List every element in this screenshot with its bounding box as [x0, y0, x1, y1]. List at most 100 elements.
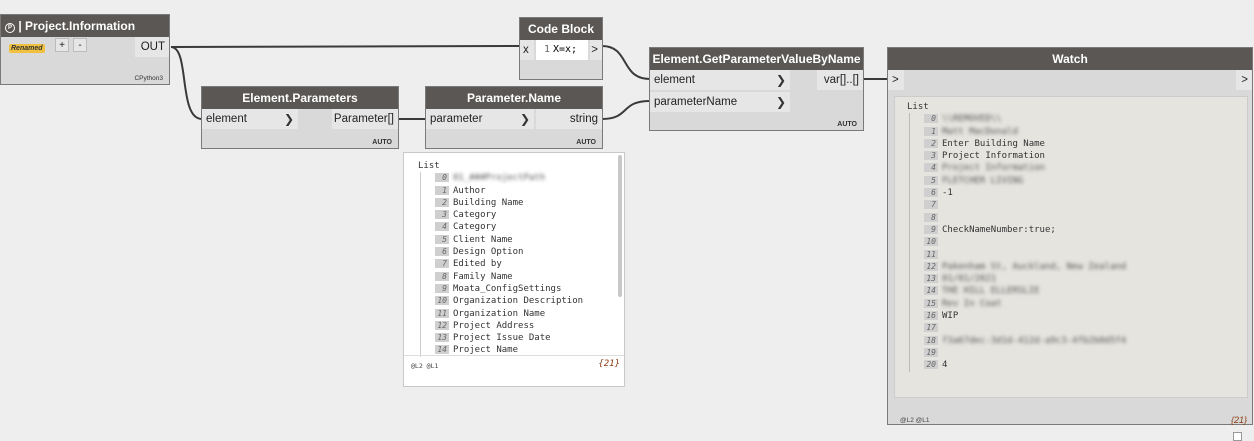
list-index: 0: [924, 114, 938, 124]
node-header[interactable]: Parameter.Name: [426, 87, 602, 109]
list-item: 2 Enter Building Name: [924, 138, 1237, 150]
list-value: Project Address: [453, 320, 535, 331]
list-index: 2: [924, 138, 938, 148]
node-watch[interactable]: Watch > > List 0 \\REMOVED\\ 1 Matt MacDona…: [887, 47, 1253, 441]
node-header[interactable]: Code Block: [520, 18, 602, 40]
list-value: Matt MacDonald: [942, 126, 1018, 137]
node-header[interactable]: Element.GetParameterValueByName: [650, 48, 863, 70]
add-input-button[interactable]: +: [55, 38, 69, 52]
list-value: Category: [453, 210, 497, 221]
list-item: 6 -1: [924, 187, 1237, 199]
port-label: parameter: [430, 113, 483, 125]
wire-out-to-element-parameters: [170, 46, 203, 120]
item-count: {21}: [598, 359, 620, 369]
parameter-name-preview[interactable]: List 0 01_###ProjectPath 1 Author 2 Building …: [403, 152, 625, 387]
wire-codeblock-to-getparam-element: [601, 45, 651, 80]
line-number: 1: [543, 44, 550, 55]
lacing-label[interactable]: AUTO: [837, 121, 857, 128]
node-header[interactable]: P | Project.Information Renamed: [1, 15, 169, 53]
list-index: 10: [435, 296, 449, 306]
list-value: 01/01/2021: [942, 274, 997, 285]
list-index: 3: [435, 210, 449, 220]
list-value: Pakenham St, Auckland, New Zealand: [942, 261, 1127, 272]
engine-label: CPython3: [134, 75, 163, 82]
list-index: 13: [924, 274, 938, 284]
list-item: 13 01/01/2021: [924, 273, 1237, 285]
list-index: 12: [924, 261, 938, 271]
list-index: 0: [435, 173, 449, 183]
list-item: 20 4: [924, 359, 1237, 371]
list-item: 5 Client Name: [435, 234, 613, 246]
output-port-code[interactable]: >: [590, 40, 602, 60]
node-header[interactable]: Watch: [888, 48, 1252, 70]
list-item: 0 \\REMOVED\\: [924, 113, 1237, 125]
preview-footer-divider: [404, 355, 624, 356]
output-port-watch[interactable]: >: [1236, 70, 1252, 90]
list-index: 4: [924, 163, 938, 173]
remove-input-button[interactable]: -: [73, 38, 87, 52]
input-port-element[interactable]: element ❯: [202, 109, 298, 129]
chevron-right-icon: ❯: [283, 112, 294, 126]
input-port-watch[interactable]: >: [888, 70, 904, 90]
list-value: Project Information: [942, 163, 1045, 174]
list-item: 12 Pakenham St, Auckland, New Zealand: [924, 261, 1237, 273]
input-port-x[interactable]: x: [520, 40, 534, 60]
list-value: Family Name: [453, 271, 513, 282]
list-index: 14: [435, 345, 449, 355]
list-item: 13 Project Issue Date: [435, 332, 613, 344]
graph-canvas[interactable]: P | Project.Information Renamed + - OUT …: [0, 0, 1254, 441]
lacing-label[interactable]: AUTO: [372, 139, 392, 146]
list-index: 8: [435, 271, 449, 281]
list-index: 16: [924, 311, 938, 321]
list-item: 14 THE HILL ELLERSLIE: [924, 285, 1237, 297]
input-port-element[interactable]: element ❯: [650, 70, 790, 90]
list-value: Client Name: [453, 234, 513, 245]
node-header[interactable]: Element.Parameters: [202, 87, 398, 109]
node-title: | Project.Information: [18, 19, 136, 33]
list-index: 5: [924, 175, 938, 185]
list-item: 6 Design Option: [435, 246, 613, 258]
list-item: 15 Rev In Coat: [924, 298, 1237, 310]
list-item: 9 CheckNameNumber:true;: [924, 224, 1237, 236]
chevron-right-icon: ❯: [775, 95, 786, 109]
list-index: 4: [435, 222, 449, 232]
watch-content[interactable]: List 0 \\REMOVED\\ 1 Matt MacDonald 2 Enter B…: [894, 96, 1248, 398]
list-index: 1: [435, 185, 449, 195]
list-index: 15: [924, 298, 938, 308]
list-value: Moata_ConfigSettings: [453, 283, 562, 294]
list-root-label: List: [418, 161, 440, 171]
chevron-right-icon: ❯: [775, 73, 786, 87]
list-index: 10: [924, 237, 938, 247]
list-index: 20: [924, 360, 938, 370]
input-port-parameter[interactable]: parameter ❯: [426, 109, 534, 129]
preview-scrollbar[interactable]: [618, 155, 622, 297]
list-value: Organization Name: [453, 308, 546, 319]
output-port-out[interactable]: OUT: [135, 37, 169, 57]
input-port-parameter-name[interactable]: parameterName ❯: [650, 92, 790, 112]
list-levels: @L2 @L1: [411, 362, 439, 370]
output-port-var[interactable]: var[]..[]: [817, 70, 863, 90]
list-value: \\REMOVED\\: [942, 114, 1002, 125]
list-value: Project Name: [453, 345, 519, 356]
list-index: 5: [435, 234, 449, 244]
port-label: element: [654, 74, 695, 86]
code-text[interactable]: X=x;: [553, 44, 577, 55]
list-item: 16 WIP: [924, 310, 1237, 322]
list-item: 9 Moata_ConfigSettings: [435, 283, 613, 295]
list-item: 12 Project Address: [435, 320, 613, 332]
list-item: 8: [924, 212, 1237, 224]
node-project-information[interactable]: P | Project.Information Renamed + - OUT …: [0, 14, 170, 85]
code-editor[interactable]: 1 X=x;: [536, 40, 588, 60]
list-index: 2: [435, 197, 449, 207]
output-port-string[interactable]: string: [536, 109, 602, 129]
resize-checkbox[interactable]: [1233, 432, 1242, 441]
list-item: 1 Matt MacDonald: [924, 126, 1237, 138]
output-port-parameters[interactable]: Parameter[]: [332, 109, 398, 129]
wire-out-to-codeblock-x: [170, 45, 521, 48]
list-value: Author: [453, 185, 486, 196]
lacing-label[interactable]: AUTO: [576, 139, 596, 146]
node-get-parameter-value-by-name[interactable]: Element.GetParameterValueByName element …: [649, 47, 864, 131]
node-code-block[interactable]: Code Block x 1 X=x; >: [519, 17, 603, 80]
node-element-parameters[interactable]: Element.Parameters element ❯ Parameter[]…: [201, 86, 399, 149]
node-parameter-name[interactable]: Parameter.Name parameter ❯ string AUTO: [425, 86, 603, 149]
